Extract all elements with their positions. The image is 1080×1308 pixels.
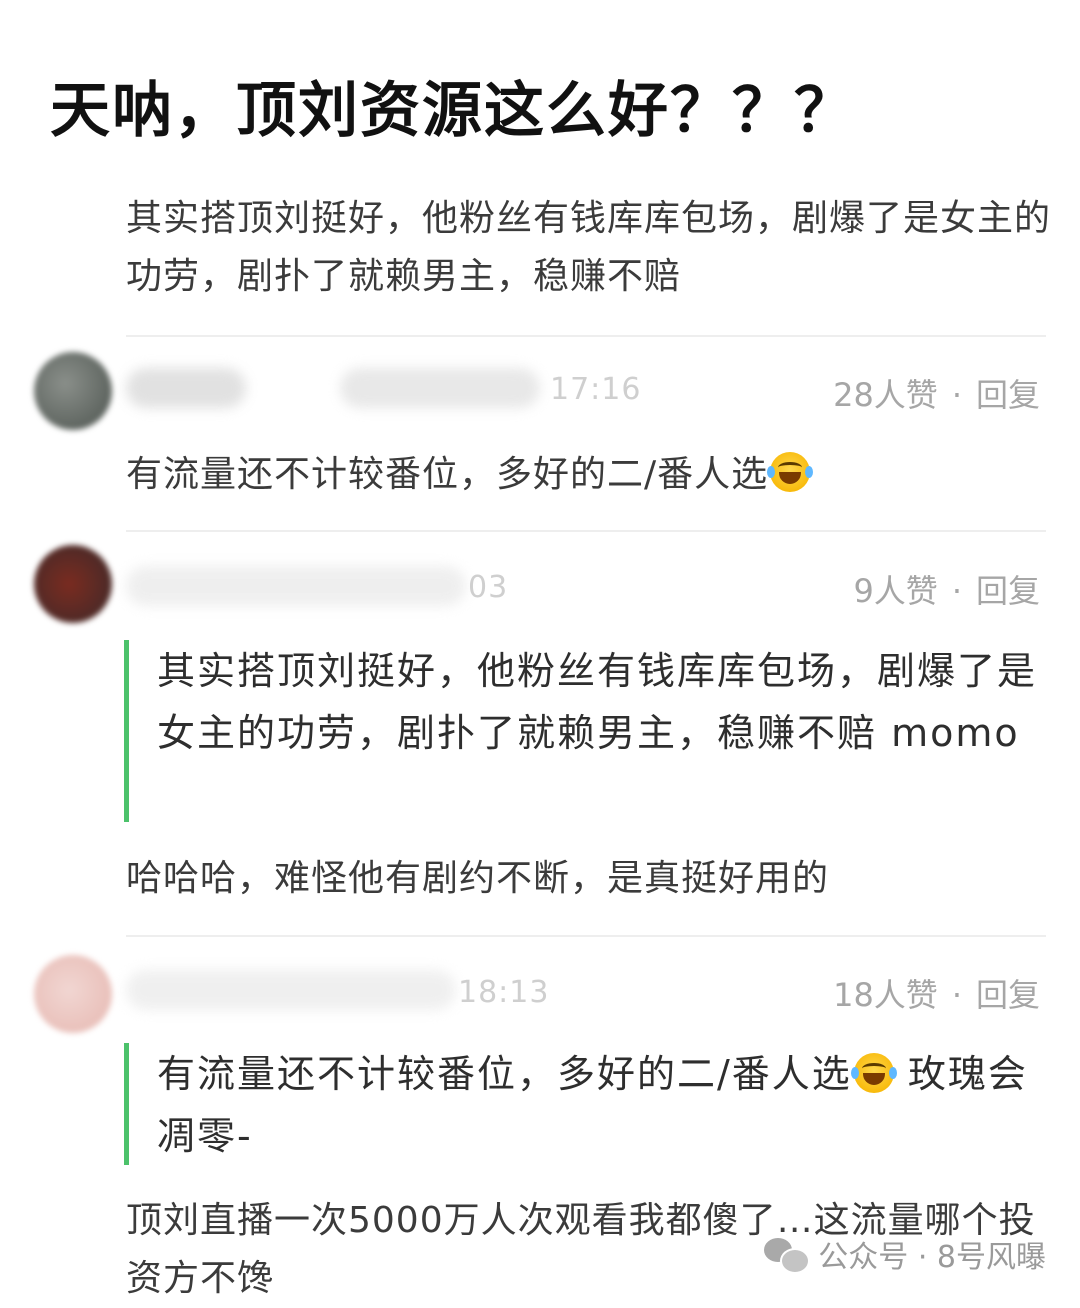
- comment-meta: 18人赞 · 回复: [833, 970, 1040, 1016]
- comment-body: 有流量还不计较番位，多好的二/番人选: [126, 446, 1056, 504]
- meta-separator: ·: [951, 572, 962, 610]
- post-title: 天呐，顶刘资源这么好？？？: [50, 76, 856, 146]
- quote-text: 有流量还不计较番位，多好的二/番人选: [157, 1052, 852, 1096]
- avatar[interactable]: [34, 545, 112, 623]
- comment-time: 03: [468, 570, 509, 605]
- quoted-comment: 有流量还不计较番位，多好的二/番人选 玫瑰会凋零-: [124, 1043, 1054, 1165]
- comment-text: 有流量还不计较番位，多好的二/番人选: [126, 454, 769, 495]
- comment-time: 18:13: [458, 975, 550, 1010]
- watermark: 公众号 · 8号风曝: [764, 1232, 1046, 1276]
- date-blurred: [340, 368, 540, 408]
- post-page: 天呐，顶刘资源这么好？？？ 其实搭顶刘挺好，他粉丝有钱库库包场，剧爆了是女主的功…: [0, 0, 1080, 1299]
- meta-separator: ·: [951, 376, 962, 414]
- watermark-text: 公众号 · 8号风曝: [818, 1240, 1046, 1275]
- avatar[interactable]: [34, 955, 112, 1033]
- comment-meta: 9人赞 · 回复: [853, 566, 1040, 612]
- reply-button[interactable]: 回复: [976, 970, 1040, 1016]
- divider: [126, 530, 1046, 532]
- username-blurred[interactable]: [126, 368, 246, 408]
- like-count[interactable]: 28人赞: [833, 370, 938, 416]
- wechat-icon: [764, 1236, 811, 1274]
- laughing-crying-emoji-icon: [767, 452, 814, 492]
- comment-text: 其实搭顶刘挺好，他粉丝有钱库库包场，剧爆了是女主的功劳，剧扑了就赖男主，稳赚不赔: [126, 198, 1052, 297]
- reply-button[interactable]: 回复: [976, 566, 1040, 612]
- reply-button[interactable]: 回复: [976, 370, 1040, 416]
- comment-text: 哈哈哈，难怪他有剧约不断，是真挺好用的: [126, 858, 830, 899]
- avatar[interactable]: [34, 352, 112, 430]
- divider: [126, 935, 1046, 937]
- quoted-comment: 其实搭顶刘挺好，他粉丝有钱库库包场，剧爆了是女主的功劳，剧扑了就赖男主，稳赚不赔…: [124, 640, 1054, 822]
- comment-time: 17:16: [550, 372, 642, 407]
- divider: [126, 335, 1046, 337]
- meta-separator: ·: [951, 976, 962, 1014]
- like-count[interactable]: 18人赞: [833, 970, 938, 1016]
- laughing-crying-emoji-icon: [850, 1053, 897, 1093]
- username-blurred[interactable]: [126, 970, 456, 1010]
- username-blurred[interactable]: [126, 566, 466, 606]
- comment-meta: 28人赞 · 回复: [833, 370, 1040, 416]
- like-count[interactable]: 9人赞: [853, 566, 937, 612]
